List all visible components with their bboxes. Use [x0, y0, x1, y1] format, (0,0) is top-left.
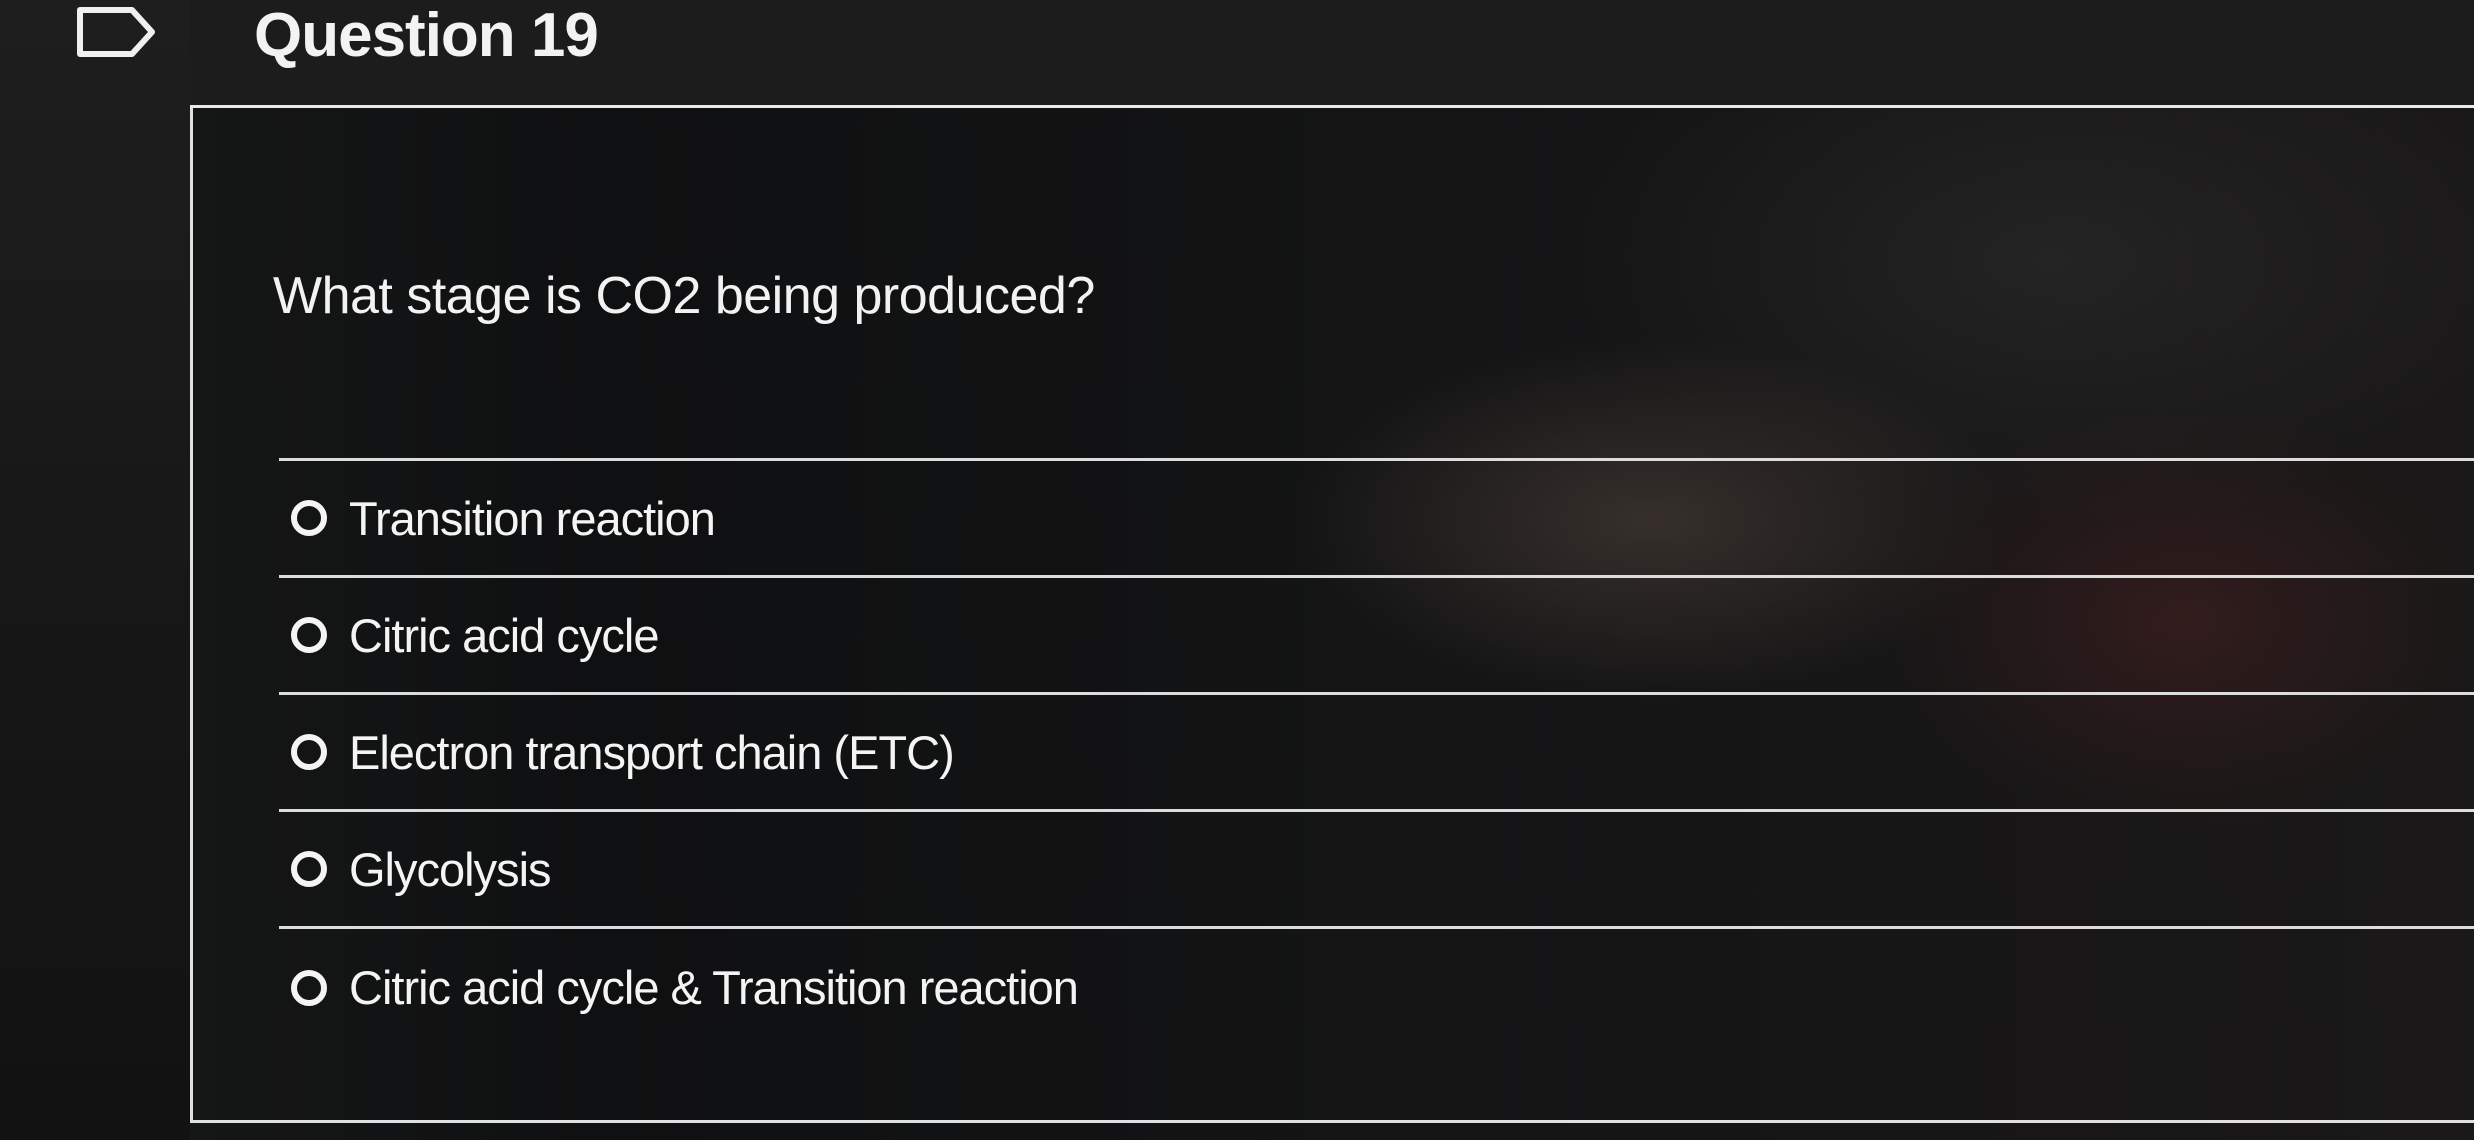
- radio-button-icon[interactable]: [291, 617, 327, 653]
- answer-choice[interactable]: Electron transport chain (ETC): [279, 695, 2474, 812]
- answer-choice-label: Glycolysis: [349, 842, 552, 896]
- answer-choice-label: Citric acid cycle & Transition reaction: [349, 961, 1079, 1014]
- left-rail: [0, 0, 190, 1140]
- answer-choice[interactable]: Glycolysis: [279, 812, 2474, 929]
- answer-choice[interactable]: Citric acid cycle: [279, 578, 2474, 695]
- answer-choice[interactable]: Citric acid cycle & Transition reaction: [279, 929, 2474, 1046]
- answer-choice-label: Citric acid cycle: [349, 608, 659, 662]
- question-header: Question 19: [190, 0, 2474, 108]
- answer-choice-label: Electron transport chain (ETC): [349, 725, 955, 779]
- question-panel: What stage is CO2 being produced? Transi…: [190, 108, 2474, 1123]
- radio-button-icon[interactable]: [291, 500, 327, 536]
- answer-choice[interactable]: Transition reaction: [279, 461, 2474, 578]
- answer-choice-label: Transition reaction: [349, 491, 716, 545]
- radio-button-icon[interactable]: [291, 734, 327, 770]
- question-prompt: What stage is CO2 being produced?: [273, 267, 1095, 325]
- flag-icon[interactable]: [76, 6, 158, 58]
- radio-button-icon[interactable]: [291, 969, 327, 1006]
- radio-button-icon[interactable]: [291, 851, 327, 887]
- question-title: Question 19: [254, 1, 599, 70]
- answer-choices: Transition reaction Citric acid cycle El…: [279, 458, 2474, 1046]
- quiz-screen: Question 19 What stage is CO2 being prod…: [0, 0, 2474, 1140]
